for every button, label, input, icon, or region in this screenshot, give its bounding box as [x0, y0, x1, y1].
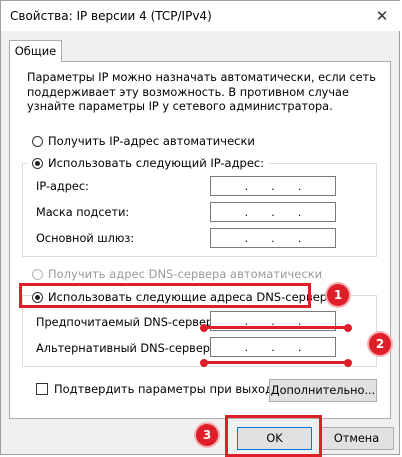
radio-ip-manual[interactable]: Использовать следующий IP-адрес:: [28, 156, 269, 170]
annotation-line-preferred: [204, 326, 347, 329]
ip-address-field[interactable]: ...: [210, 176, 336, 196]
annotation-badge-1: 1: [327, 284, 349, 306]
alternate-dns-field[interactable]: ...: [210, 337, 336, 357]
annotation-box-ok: [225, 415, 322, 457]
subnet-mask-label: Маска подсети:: [36, 206, 130, 219]
ip-address-label: IP-адрес:: [36, 180, 89, 193]
advanced-button[interactable]: Дополнительно...: [269, 379, 377, 402]
annotation-badge-3: 3: [196, 424, 218, 446]
radio-ip-auto-indicator[interactable]: [32, 135, 43, 147]
description-text: Параметры IP можно назначать автоматичес…: [27, 71, 376, 113]
default-gateway-label: Основной шлюз:: [36, 232, 135, 245]
tab-general[interactable]: Общие: [9, 40, 62, 62]
title-bar: Свойства: IP версии 4 (TCP/IPv4) ✕: [1, 1, 401, 31]
radio-ip-auto[interactable]: Получить IP-адрес автоматически: [32, 134, 259, 148]
radio-ip-auto-label: Получить IP-адрес автоматически: [48, 134, 255, 148]
default-gateway-field[interactable]: ...: [210, 228, 336, 248]
radio-ip-manual-indicator[interactable]: [32, 157, 43, 169]
annotation-line-alternate: [204, 361, 347, 364]
close-icon[interactable]: ✕: [371, 5, 393, 27]
validate-on-exit[interactable]: Подтвердить параметры при выходе: [36, 382, 284, 396]
validate-on-exit-checkbox[interactable]: [36, 383, 48, 395]
window-title: Свойства: IP версии 4 (TCP/IPv4): [10, 9, 212, 23]
radio-dns-auto-indicator[interactable]: [32, 268, 43, 280]
annotation-badge-2: 2: [369, 333, 391, 355]
validate-on-exit-label: Подтвердить параметры при выходе: [54, 382, 281, 396]
annotation-box-dns-radio: [19, 283, 311, 308]
annotation-dot-2b: [344, 359, 352, 367]
annotation-dot-1b: [344, 324, 352, 332]
preferred-dns-label: Предпочитаемый DNS-сервер:: [36, 316, 217, 329]
cancel-button[interactable]: Отмена: [319, 427, 394, 450]
alternate-dns-label: Альтернативный DNS-сервер:: [36, 342, 214, 355]
subnet-mask-field[interactable]: ...: [210, 202, 336, 222]
radio-ip-manual-label: Использовать следующий IP-адрес:: [48, 156, 265, 170]
radio-dns-auto-label: Получить адрес DNS-сервера автоматически: [48, 267, 323, 281]
radio-dns-auto[interactable]: Получить адрес DNS-сервера автоматически: [32, 267, 327, 281]
